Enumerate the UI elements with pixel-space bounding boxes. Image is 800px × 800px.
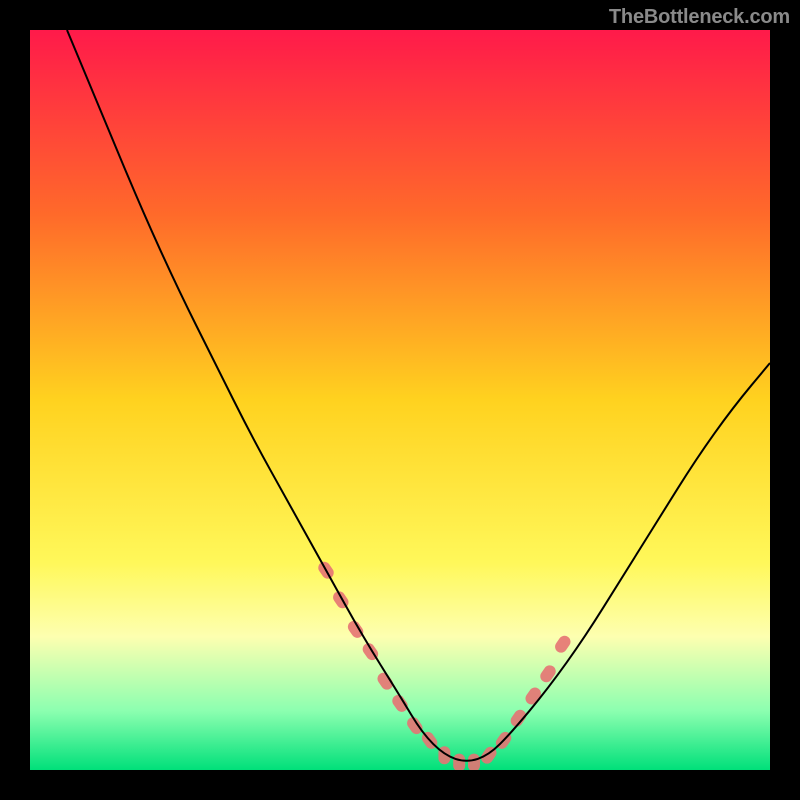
watermark-text: TheBottleneck.com (609, 6, 790, 29)
highlight-points (316, 559, 573, 770)
plot-area (30, 30, 770, 770)
bottleneck-curve (67, 30, 770, 761)
chart-svg (30, 30, 770, 770)
chart-container: TheBottleneck.com (0, 0, 800, 800)
